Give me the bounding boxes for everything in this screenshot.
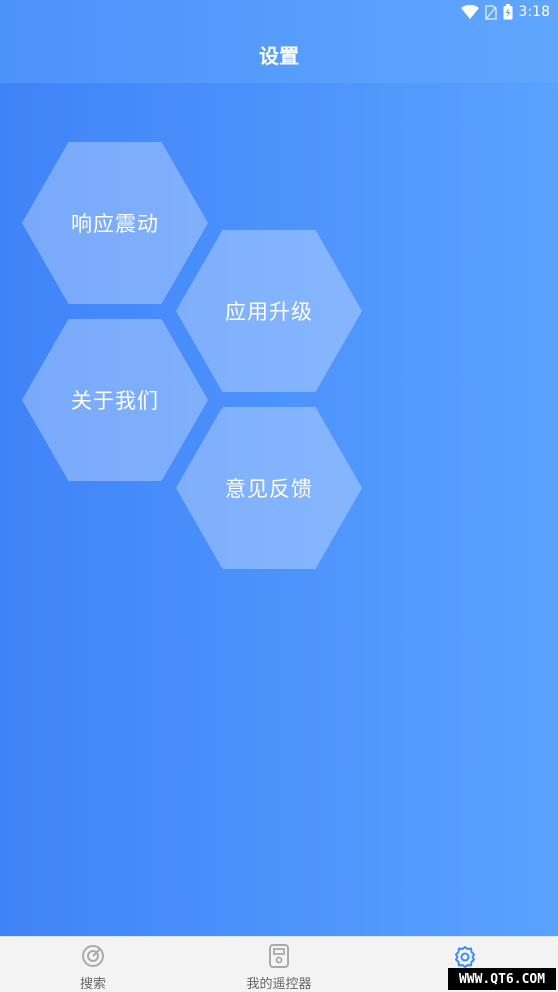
radar-icon (80, 944, 106, 968)
battery-charging-icon (503, 4, 513, 20)
tab-my-remotes[interactable]: 我的遥控器 (186, 937, 372, 992)
gear-icon (452, 944, 478, 970)
wifi-icon (460, 5, 479, 19)
tab-label: 搜索 (79, 977, 106, 992)
status-time: 3:18 (518, 4, 550, 20)
hex-label: 应用升级 (225, 300, 313, 324)
app-update-button[interactable]: 应用升级 (176, 230, 362, 392)
hex-label: 意见反馈 (225, 477, 313, 501)
watermark: WWW.QT6.COM (448, 968, 556, 990)
about-us-button[interactable]: 关于我们 (22, 319, 208, 481)
hex-label: 关于我们 (71, 389, 159, 413)
tab-label: 我的遥控器 (246, 977, 312, 992)
no-sim-icon (484, 4, 497, 20)
hex-label: 响应震动 (71, 212, 159, 236)
remote-icon (266, 944, 292, 968)
tab-search[interactable]: 搜索 (0, 937, 186, 992)
app-header: 3:18 设置 (0, 0, 558, 83)
feedback-button[interactable]: 意见反馈 (176, 407, 362, 569)
page-title: 设置 (259, 44, 299, 68)
status-bar: 3:18 (460, 2, 550, 22)
vibration-feedback-button[interactable]: 响应震动 (22, 142, 208, 304)
